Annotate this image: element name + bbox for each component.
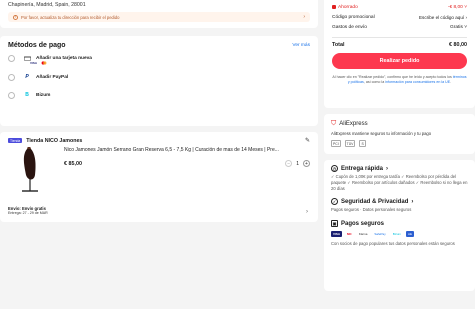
legal-end: . xyxy=(450,80,452,84)
product-image[interactable] xyxy=(12,146,48,193)
shipping-info[interactable]: Envío: Envío gratis Entrega: 27 - 29 de … xyxy=(8,206,48,215)
edit-icon[interactable]: ✎ xyxy=(305,137,310,144)
saved-label-row: Ahorrado xyxy=(332,5,358,10)
payment-option-label: Añadir una tarjeta nueva xyxy=(36,55,92,61)
safepay-logo-icon: SafePay xyxy=(374,232,386,237)
address-line: Chapinería, Madrid, Spain, 28001 xyxy=(8,2,86,8)
chevron-right-icon[interactable]: › xyxy=(306,209,308,215)
aliexpress-logo: AliExpress xyxy=(339,121,368,127)
security-privacy-header[interactable]: ✓ Seguridad & Privacidad › xyxy=(331,198,468,206)
secure-payments-title: Pagos seguros xyxy=(341,220,385,227)
security-privacy-text: Pagos seguros · Datos personales seguros xyxy=(331,207,412,213)
security-badges: PCI TÜV S xyxy=(331,140,468,147)
chevron-right-icon: › xyxy=(303,14,305,20)
chevron-down-icon[interactable]: ˅ xyxy=(464,25,467,30)
paypal-icon: P xyxy=(25,74,29,80)
payment-option-label: Añadir PayPal xyxy=(36,74,69,80)
checkout-page: Chapinería, Madrid, Spain, 28001 ! Por f… xyxy=(0,0,475,309)
fast-delivery-header[interactable]: ◷ Entrega rápida › xyxy=(331,165,468,172)
saved-label: Ahorrado xyxy=(338,4,358,10)
bizum-icon: B xyxy=(25,92,29,98)
payment-option-label: Bizum xyxy=(36,92,51,98)
total-value: € 80,00 xyxy=(449,42,467,48)
right-column: Ahorrado -€ 8,00 ˅ Código promocional Es… xyxy=(324,0,475,291)
eu-info-link[interactable]: información para consumidores en la UE xyxy=(385,80,450,84)
clock-icon: ◷ xyxy=(331,165,338,172)
decrease-button[interactable]: − xyxy=(285,160,293,167)
shipping-label: Gastos de envío xyxy=(332,24,367,30)
shield-icon: ⛉ xyxy=(331,120,337,127)
radio-button[interactable] xyxy=(8,73,15,81)
product-price: € 85,00 xyxy=(64,160,82,167)
address-warning[interactable]: ! Por favor, actualiza tu dirección para… xyxy=(8,12,310,22)
address-card[interactable]: Chapinería, Madrid, Spain, 28001 ! Por f… xyxy=(0,0,318,28)
fast-delivery-title: Entrega rápida xyxy=(341,165,384,172)
total-label: Total xyxy=(332,42,345,48)
mastercard-logo-icon: MC xyxy=(347,232,352,237)
bizum-logo-icon: Bizum xyxy=(392,232,402,237)
payment-title: Métodos de pago xyxy=(8,42,66,49)
secure-payments-text: Con socios de pago populares tus datos p… xyxy=(331,241,455,247)
lock-icon: ▣ xyxy=(331,220,338,228)
total-row: Total € 80,00 xyxy=(332,40,467,50)
saved-value-row[interactable]: -€ 8,00 ˅ xyxy=(448,5,467,10)
chevron-down-icon: ˅ xyxy=(464,4,467,10)
quantity-value: 1 xyxy=(296,160,299,167)
chevron-right-icon: › xyxy=(386,165,389,172)
payment-option-bizum[interactable]: B Bizum xyxy=(8,88,310,102)
shipping-value: Gratis xyxy=(450,24,463,30)
increase-button[interactable]: + xyxy=(303,160,310,167)
store-card: Tienda Tienda NICO Jamones ✎ Nico Jamone… xyxy=(0,132,318,222)
order-summary-card: Ahorrado -€ 8,00 ˅ Código promocional Es… xyxy=(324,0,475,108)
left-column: Chapinería, Madrid, Spain, 28001 ! Por f… xyxy=(0,0,318,222)
warning-icon: ! xyxy=(13,14,18,20)
klarna-logo-icon: Klarna xyxy=(358,232,368,237)
ae-logo-icon: AE xyxy=(406,231,415,238)
legal-pre: Al hacer clic en "Realizar pedido", conf… xyxy=(332,75,453,79)
warning-text: Por favor, actualiza tu dirección para r… xyxy=(21,14,120,20)
promo-input[interactable]: Escribe el código aquí xyxy=(419,15,464,20)
legal-text: Al hacer clic en "Realizar pedido", conf… xyxy=(332,75,467,85)
aliexpress-trust-card: ⛉ AliExpress AliExpress mantiene seguros… xyxy=(324,114,475,154)
promo-row[interactable]: Código promocional Escribe el código aqu… xyxy=(332,12,467,22)
fast-delivery-text: ✓ Cupón de 1,00€ por entrega tardía ✓ Re… xyxy=(331,174,468,191)
see-more-link[interactable]: Ver más xyxy=(292,43,310,48)
visa-logo-icon: VISA xyxy=(331,231,343,238)
check-shield-icon: ✓ xyxy=(331,198,338,206)
product-title[interactable]: Nico Jamones Jamón Serrano Gran Reserva … xyxy=(64,147,307,154)
secure-payments-header: ▣ Pagos seguros xyxy=(331,220,468,228)
benefits-card: ◷ Entrega rápida › ✓ Cupón de 1,00€ por … xyxy=(324,160,475,291)
legal-mid: , así como la xyxy=(363,80,386,84)
radio-button[interactable] xyxy=(8,54,15,62)
delivery-date: Entrega: 27 - 29 de MAR xyxy=(8,211,48,215)
radio-button[interactable] xyxy=(8,91,15,99)
payment-option-paypal[interactable]: P Añadir PayPal xyxy=(8,70,310,84)
discount-icon xyxy=(332,5,336,9)
aliexpress-security-text: AliExpress mantiene seguros tu informaci… xyxy=(331,131,432,136)
tuv-badge-icon: TÜV xyxy=(344,140,356,147)
payment-methods-card: Métodos de pago Ver más Añadir una tarje… xyxy=(0,36,318,126)
mastercard-icon xyxy=(40,61,48,65)
promo-label: Código promocional xyxy=(332,14,375,20)
chevron-right-icon: › xyxy=(411,198,414,205)
place-order-button[interactable]: Realizar pedido xyxy=(332,53,467,69)
store-badge: Tienda xyxy=(8,138,23,143)
shipping-row: Gastos de envío Gratis ˅ xyxy=(332,22,467,32)
secure-badge-icon: S xyxy=(359,140,366,147)
store-name[interactable]: Tienda NICO Jamones xyxy=(26,138,305,144)
visa-icon: VISA xyxy=(30,61,38,65)
card-brands: VISA xyxy=(29,61,310,65)
security-privacy-title: Seguridad & Privacidad xyxy=(341,198,409,205)
payment-logos: VISA MC Klarna SafePay Bizum AE xyxy=(331,231,468,238)
saved-value: -€ 8,00 xyxy=(447,4,463,10)
chevron-right-icon: › xyxy=(465,14,467,20)
pci-badge-icon: PCI xyxy=(331,140,341,147)
product-row: Nico Jamones Jamón Serrano Gran Reserva … xyxy=(8,146,310,193)
quantity-stepper: − 1 + xyxy=(285,160,310,167)
